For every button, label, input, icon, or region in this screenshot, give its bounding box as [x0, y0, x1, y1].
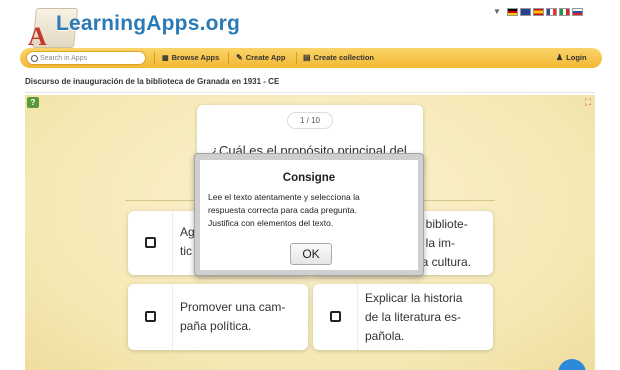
create-collection-button[interactable]: ▤ Create collection: [303, 53, 374, 62]
search-input[interactable]: Search in Apps: [26, 51, 146, 65]
dialog-body: Consigne Lee el texto atentamente y sele…: [200, 160, 418, 270]
toolbar-divider: [154, 52, 155, 64]
title-divider: [25, 92, 595, 93]
checkbox[interactable]: [145, 237, 156, 248]
toolbar-divider: [228, 52, 229, 64]
instruction-dialog: Consigne Lee el texto atentamente y sele…: [194, 153, 424, 276]
logo-text: LearningApps.org: [56, 12, 241, 35]
answer-text: Promover una cam- paña política.: [180, 300, 286, 333]
create-collection-label: Create collection: [313, 53, 374, 62]
answer-option-4[interactable]: Explicar la historia de la literatura es…: [313, 284, 493, 350]
checkbox[interactable]: [330, 311, 341, 322]
dropdown-arrow-icon[interactable]: ▼: [493, 7, 501, 16]
login-button[interactable]: ♟ Login: [556, 53, 587, 62]
question-counter: 1 / 10: [287, 112, 333, 129]
toolbar-divider: [296, 52, 297, 64]
main-toolbar: Search in Apps ▦ Browse Apps ✎ Create Ap…: [20, 48, 602, 68]
user-icon: ♟: [556, 53, 564, 62]
login-label: Login: [566, 53, 587, 62]
help-icon[interactable]: ?: [27, 97, 39, 108]
answer-option-3[interactable]: Promover una cam- paña política.: [128, 284, 308, 350]
flag-es-icon[interactable]: [532, 7, 544, 16]
checkbox-cell: [128, 211, 173, 275]
browse-apps-label: Browse Apps: [171, 53, 220, 62]
dialog-title: Consigne: [282, 172, 336, 184]
browse-apps-button[interactable]: ▦ Browse Apps: [162, 53, 219, 62]
pencil-icon: ✎: [236, 53, 243, 62]
checkbox-cell: [313, 284, 358, 350]
search-icon: [31, 54, 38, 62]
grid-icon: ▦: [162, 54, 169, 62]
answer-text: Explicar la historia de la literatura es…: [365, 291, 463, 343]
checkbox[interactable]: [145, 311, 156, 322]
flag-it-icon[interactable]: [558, 7, 570, 16]
page-title: Discurso de inauguración de la bibliotec…: [25, 77, 280, 86]
flag-de-icon[interactable]: [506, 7, 518, 16]
ok-button[interactable]: OK: [290, 243, 332, 265]
answer-text: Ag tic: [180, 225, 195, 258]
checkbox-cell: [128, 284, 173, 350]
flag-ru-icon[interactable]: [571, 7, 583, 16]
language-selector[interactable]: ▼: [493, 7, 583, 16]
search-placeholder: Search in Apps: [40, 54, 88, 62]
flag-en-icon[interactable]: [519, 7, 531, 16]
fullscreen-icon[interactable]: ⛶: [585, 97, 591, 108]
create-app-label: Create App: [245, 53, 286, 62]
flag-fr-icon[interactable]: [545, 7, 557, 16]
collection-icon: ▤: [303, 53, 311, 62]
learningapps-logo[interactable]: A LearningApps.org: [22, 2, 240, 51]
dialog-text: Lee el texto atentamente y selecciona la…: [208, 192, 360, 228]
create-app-button[interactable]: ✎ Create App: [236, 53, 285, 62]
